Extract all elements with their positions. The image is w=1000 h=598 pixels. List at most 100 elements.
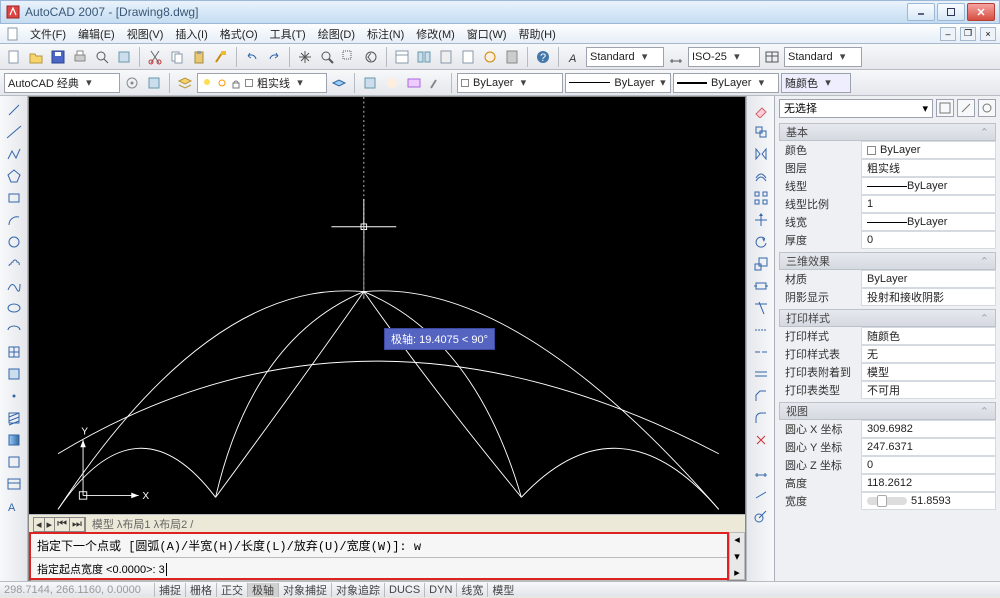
menu-insert[interactable]: 插入(I) xyxy=(169,24,213,44)
quickselect-icon[interactable] xyxy=(936,99,954,117)
publish-icon[interactable] xyxy=(114,47,134,67)
circle-tool-icon[interactable] xyxy=(4,232,24,252)
layer-dropdown[interactable]: 粗实线 ▾ xyxy=(197,73,327,93)
menu-edit[interactable]: 编辑(E) xyxy=(72,24,121,44)
workspace-settings-icon[interactable] xyxy=(122,73,142,93)
layeriso-icon[interactable] xyxy=(360,73,380,93)
dim-aligned-icon[interactable] xyxy=(751,484,771,504)
move-tool-icon[interactable] xyxy=(751,210,771,230)
mdi-close-button[interactable]: × xyxy=(980,27,996,41)
group-3dfx[interactable]: 三维效果⌃ xyxy=(779,252,996,270)
value-cy[interactable]: 247.6371 xyxy=(861,438,996,456)
toggle-otrack[interactable]: 对象追踪 xyxy=(331,583,384,597)
polyline-tool-icon[interactable] xyxy=(4,144,24,164)
value-lineweight[interactable]: ByLayer xyxy=(861,213,996,231)
array-tool-icon[interactable] xyxy=(751,188,771,208)
undo-icon[interactable] xyxy=(242,47,262,67)
group-view[interactable]: 视图⌃ xyxy=(779,402,996,420)
command-input-line[interactable]: 指定起点宽度 <0.0000>: 3 xyxy=(31,558,727,581)
maximize-button[interactable] xyxy=(937,3,965,21)
layerstate-icon[interactable] xyxy=(404,73,424,93)
ellipsearc-tool-icon[interactable] xyxy=(4,320,24,340)
spline-tool-icon[interactable] xyxy=(4,276,24,296)
toolpalette-icon[interactable] xyxy=(436,47,456,67)
mirror-tool-icon[interactable] xyxy=(751,144,771,164)
line-tool-icon[interactable] xyxy=(4,100,24,120)
workspace-save-icon[interactable] xyxy=(144,73,164,93)
text-style-dropdown[interactable]: Standard▾ xyxy=(586,47,664,67)
scale-tool-icon[interactable] xyxy=(751,254,771,274)
minimize-button[interactable] xyxy=(907,3,935,21)
erase-tool-icon[interactable] xyxy=(751,100,771,120)
toggle-model[interactable]: 模型 xyxy=(487,583,518,597)
zoom-realtime-icon[interactable] xyxy=(317,47,337,67)
join-tool-icon[interactable] xyxy=(751,364,771,384)
value-shadow[interactable]: 投射和接收阴影 xyxy=(861,288,996,306)
value-material[interactable]: ByLayer xyxy=(861,270,996,288)
layermatch-icon[interactable] xyxy=(426,73,446,93)
layer-manager-icon[interactable] xyxy=(175,73,195,93)
command-scrollbar[interactable]: ◂▾▸ xyxy=(729,532,745,580)
value-ptable[interactable]: 无 xyxy=(861,345,996,363)
hatch-tool-icon[interactable] xyxy=(4,408,24,428)
mtext-tool-icon[interactable]: A xyxy=(4,496,24,516)
table-style-dropdown[interactable]: Standard▾ xyxy=(784,47,862,67)
revcloud-tool-icon[interactable] xyxy=(4,254,24,274)
value-layer[interactable]: 粗实线 xyxy=(861,159,996,177)
redo-icon[interactable] xyxy=(264,47,284,67)
value-linetype[interactable]: ByLayer xyxy=(861,177,996,195)
toggle-snap[interactable]: 捕捉 xyxy=(154,583,185,597)
color-dropdown[interactable]: ByLayer▾ xyxy=(457,73,563,93)
new-icon[interactable] xyxy=(4,47,24,67)
paste-icon[interactable] xyxy=(189,47,209,67)
region-tool-icon[interactable] xyxy=(4,452,24,472)
cut-icon[interactable] xyxy=(145,47,165,67)
xline-tool-icon[interactable] xyxy=(4,122,24,142)
menu-format[interactable]: 格式(O) xyxy=(214,24,264,44)
textstyle-icon[interactable]: A xyxy=(564,47,584,67)
rotate-tool-icon[interactable] xyxy=(751,232,771,252)
chamfer-tool-icon[interactable] xyxy=(751,386,771,406)
plotstyle-dropdown[interactable]: 随颜色▾ xyxy=(781,73,851,93)
group-plot[interactable]: 打印样式⌃ xyxy=(779,309,996,327)
properties-icon[interactable] xyxy=(392,47,412,67)
rectangle-tool-icon[interactable] xyxy=(4,188,24,208)
group-basic[interactable]: 基本⌃ xyxy=(779,123,996,141)
toggle-ducs[interactable]: DUCS xyxy=(384,583,424,597)
open-icon[interactable] xyxy=(26,47,46,67)
trim-tool-icon[interactable] xyxy=(751,298,771,318)
value-width[interactable]: 51.8593 xyxy=(861,492,996,510)
sheet-icon[interactable] xyxy=(458,47,478,67)
save-icon[interactable] xyxy=(48,47,68,67)
table-tool-icon[interactable] xyxy=(4,474,24,494)
tablestyle-icon[interactable] xyxy=(762,47,782,67)
match-icon[interactable] xyxy=(211,47,231,67)
close-button[interactable] xyxy=(967,3,995,21)
layoff-icon[interactable] xyxy=(382,73,402,93)
toggle-dyn[interactable]: DYN xyxy=(424,583,456,597)
explode-tool-icon[interactable] xyxy=(751,430,771,450)
mdi-restore-button[interactable]: ❐ xyxy=(960,27,976,41)
value-pstyle[interactable]: 随颜色 xyxy=(861,327,996,345)
workspace-dropdown[interactable]: AutoCAD 经典▾ xyxy=(4,73,120,93)
zoom-prev-icon[interactable] xyxy=(361,47,381,67)
toggle-ortho[interactable]: 正交 xyxy=(216,583,247,597)
qcalc-icon[interactable] xyxy=(502,47,522,67)
gradient-tool-icon[interactable] xyxy=(4,430,24,450)
value-height[interactable]: 118.2612 xyxy=(861,474,996,492)
break-tool-icon[interactable] xyxy=(751,342,771,362)
copy-tool-icon[interactable] xyxy=(751,122,771,142)
polygon-tool-icon[interactable] xyxy=(4,166,24,186)
menu-dimension[interactable]: 标注(N) xyxy=(361,24,410,44)
value-cz[interactable]: 0 xyxy=(861,456,996,474)
value-thickness[interactable]: 0 xyxy=(861,231,996,249)
preview-icon[interactable] xyxy=(92,47,112,67)
drawing-canvas[interactable]: Y X 极轴: 19.4075 < 90° xyxy=(29,97,745,514)
menu-window[interactable]: 窗口(W) xyxy=(461,24,513,44)
value-cx[interactable]: 309.6982 xyxy=(861,420,996,438)
pickadd-icon[interactable] xyxy=(957,99,975,117)
lineweight-dropdown[interactable]: ByLayer▾ xyxy=(673,73,779,93)
value-ptype[interactable]: 不可用 xyxy=(861,381,996,399)
insert-tool-icon[interactable] xyxy=(4,342,24,362)
menu-file[interactable]: 文件(F) xyxy=(24,24,72,44)
